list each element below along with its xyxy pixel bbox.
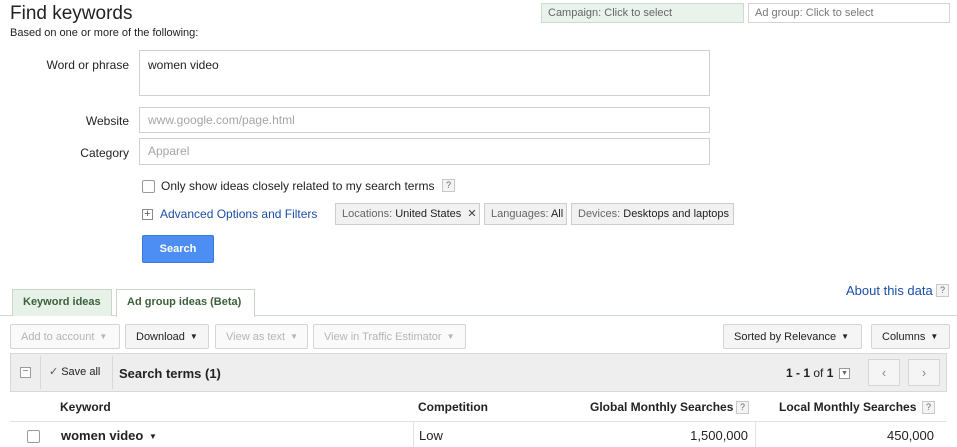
- pagination-label: 1 - 1 of 1: [786, 366, 833, 380]
- locations-key: Locations:: [342, 208, 393, 220]
- row-checkbox[interactable]: [27, 430, 40, 443]
- devices-filter-chip[interactable]: Devices: Desktops and laptops: [571, 203, 734, 225]
- chevron-down-icon[interactable]: ▼: [839, 368, 850, 379]
- category-input[interactable]: Apparel: [139, 138, 710, 165]
- devices-value: Desktops and laptops: [623, 208, 730, 220]
- add-to-account-label: Add to account: [21, 331, 95, 343]
- view-in-traffic-estimator-button[interactable]: View in Traffic Estimator ▼: [313, 324, 466, 349]
- chevron-down-icon: ▼: [930, 332, 939, 341]
- help-icon[interactable]: ?: [442, 179, 455, 192]
- column-header-keyword[interactable]: Keyword: [60, 400, 111, 414]
- sort-dropdown[interactable]: Sorted by Relevance ▼: [723, 324, 862, 349]
- about-this-data-link[interactable]: About this data: [846, 283, 933, 298]
- add-to-account-button[interactable]: Add to account ▼: [10, 324, 120, 349]
- chevron-down-icon: ▼: [841, 332, 850, 341]
- languages-filter-chip[interactable]: Languages: All: [484, 203, 567, 225]
- chevron-down-icon[interactable]: ▼: [149, 432, 157, 441]
- expand-icon[interactable]: +: [142, 209, 153, 220]
- category-label: Category: [80, 146, 129, 160]
- only-related-label: Only show ideas closely related to my se…: [161, 179, 435, 193]
- website-label: Website: [85, 114, 129, 128]
- column-header-global-searches[interactable]: Global Monthly Searches: [590, 400, 733, 414]
- page-subtitle: Based on one or more of the following:: [10, 27, 199, 39]
- competition-value: Low: [419, 428, 443, 443]
- remove-filter-icon[interactable]: ✕: [467, 208, 476, 220]
- tab-keyword-ideas[interactable]: Keyword ideas: [12, 289, 112, 316]
- keyword-text[interactable]: women video: [61, 428, 143, 443]
- column-divider: [413, 421, 414, 447]
- local-searches-value: 450,000: [887, 428, 934, 443]
- view-as-text-button[interactable]: View as text ▼: [215, 324, 308, 349]
- chevron-down-icon: ▼: [99, 332, 108, 341]
- columns-label: Columns: [882, 331, 926, 343]
- pagination-range: 1 - 1: [786, 366, 811, 380]
- chevron-down-icon: ▼: [189, 332, 198, 341]
- languages-value: All: [550, 208, 564, 220]
- locations-filter-chip[interactable]: Locations: United States ✕: [335, 203, 480, 225]
- page-title: Find keywords: [10, 3, 133, 24]
- view-as-text-label: View as text: [226, 331, 286, 343]
- collapse-icon[interactable]: −: [20, 367, 31, 378]
- help-icon[interactable]: ?: [936, 284, 949, 297]
- view-in-estimator-label: View in Traffic Estimator: [324, 331, 442, 343]
- save-all-label: Save all: [61, 366, 101, 378]
- check-icon: ✓: [49, 366, 59, 378]
- global-searches-value: 1,500,000: [690, 428, 748, 443]
- advanced-options-link[interactable]: Advanced Options and Filters: [160, 207, 317, 221]
- campaign-picker[interactable]: Campaign: Click to select: [541, 3, 744, 23]
- website-input[interactable]: www.google.com/page.html: [139, 107, 710, 133]
- tab-ad-group-ideas[interactable]: Ad group ideas (Beta): [116, 289, 255, 317]
- word-or-phrase-label: Word or phrase: [46, 58, 129, 72]
- previous-page-button[interactable]: ‹: [868, 359, 900, 386]
- devices-key: Devices:: [578, 208, 621, 220]
- only-related-checkbox[interactable]: [142, 180, 155, 193]
- pagination-total: 1: [826, 366, 834, 380]
- column-divider: [755, 421, 756, 447]
- word-or-phrase-input[interactable]: women video: [139, 50, 710, 96]
- about-label[interactable]: About this data: [846, 283, 933, 298]
- ad-group-picker[interactable]: Ad group: Click to select: [748, 3, 950, 23]
- keyword-link[interactable]: women video ▼: [61, 428, 157, 443]
- download-button[interactable]: Download ▼: [125, 324, 209, 349]
- section-title: Search terms (1): [119, 366, 221, 381]
- column-header-competition[interactable]: Competition: [418, 400, 488, 414]
- save-all-button[interactable]: ✓ Save all: [40, 356, 113, 389]
- header-divider: [10, 421, 947, 422]
- locations-value: United States: [395, 208, 462, 220]
- help-icon[interactable]: ?: [922, 401, 935, 414]
- next-page-button[interactable]: ›: [908, 359, 940, 386]
- help-icon[interactable]: ?: [736, 401, 749, 414]
- chevron-down-icon: ▼: [290, 332, 299, 341]
- download-label: Download: [136, 331, 185, 343]
- chevron-down-icon: ▼: [446, 332, 455, 341]
- pagination-of: of: [813, 366, 824, 380]
- languages-key: Languages:: [491, 208, 549, 220]
- search-button[interactable]: Search: [142, 235, 214, 263]
- column-header-local-searches[interactable]: Local Monthly Searches: [779, 400, 916, 414]
- sort-label: Sorted by Relevance: [734, 331, 837, 343]
- columns-dropdown[interactable]: Columns ▼: [871, 324, 950, 349]
